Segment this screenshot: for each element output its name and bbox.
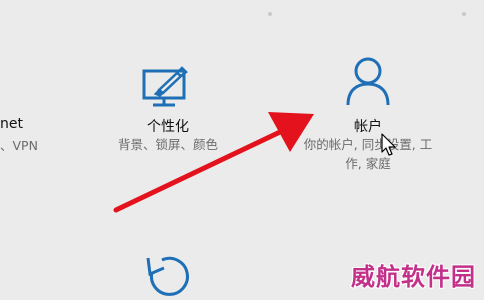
watermark-logo: 威航软件园 (351, 262, 476, 291)
network-tile[interactable]: net 、VPN (0, 116, 38, 155)
network-tile-desc: 、VPN (0, 138, 38, 153)
decorative-dot (462, 12, 466, 16)
refresh-icon[interactable] (140, 252, 200, 300)
mouse-cursor-icon (381, 133, 396, 156)
decorative-dot (268, 12, 272, 16)
red-arrow-annotation (113, 112, 314, 213)
network-tile-title: net (0, 116, 23, 132)
person-icon (346, 57, 390, 106)
